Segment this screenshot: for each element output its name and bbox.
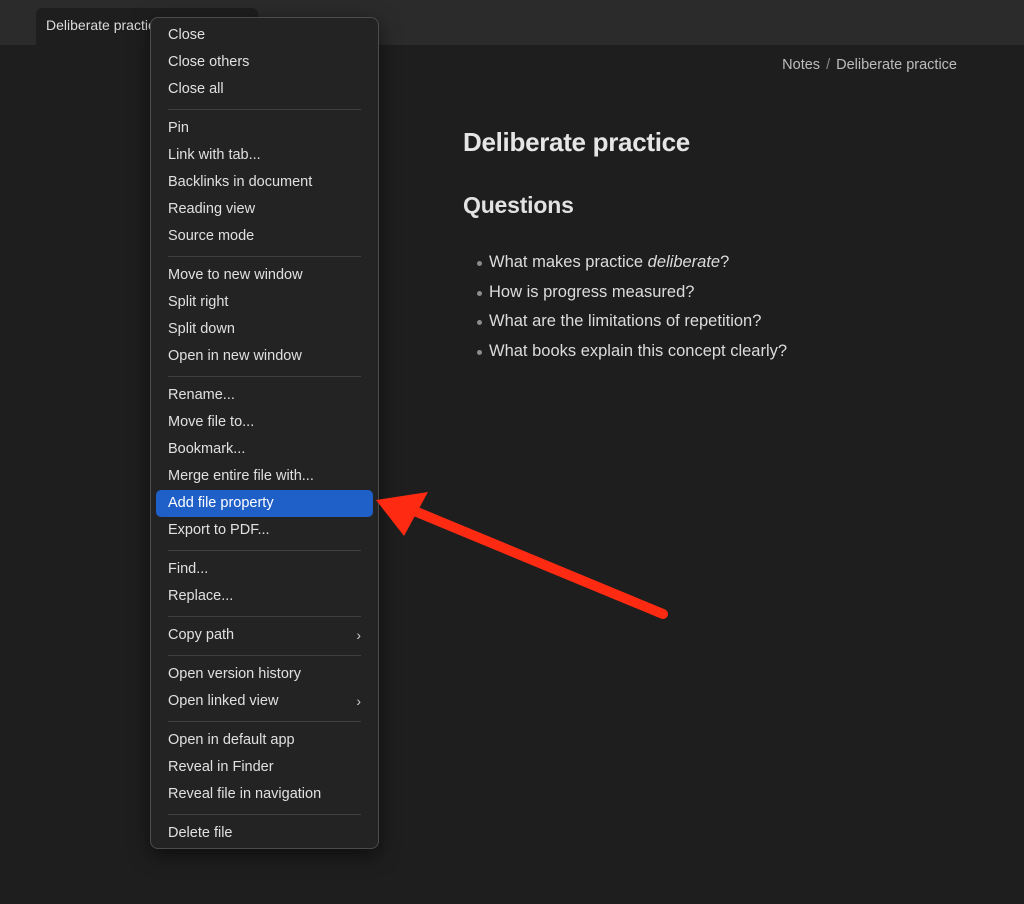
bullet-item: What books explain this concept clearly? [463, 337, 983, 367]
menu-item-reveal-finder[interactable]: Reveal in Finder [156, 754, 373, 781]
bullet-item: What makes practice deliberate? [463, 248, 983, 278]
bullet-item: How is progress measured? [463, 278, 983, 308]
menu-divider [168, 616, 361, 617]
menu-item-default-app[interactable]: Open in default app [156, 727, 373, 754]
chevron-right-icon: › [356, 627, 361, 643]
bullet-item: What are the limitations of repetition? [463, 307, 983, 337]
bullet-dot [477, 261, 482, 266]
menu-item-close-all[interactable]: Close all [156, 76, 373, 103]
arrow-head [376, 492, 428, 536]
menu-item-move-new-window[interactable]: Move to new window [156, 262, 373, 289]
menu-item-find[interactable]: Find... [156, 556, 373, 583]
arrow-shaft [407, 505, 668, 619]
chevron-right-icon: › [356, 693, 361, 709]
menu-divider [168, 109, 361, 110]
menu-item-split-down[interactable]: Split down [156, 316, 373, 343]
menu-divider [168, 256, 361, 257]
menu-item-merge[interactable]: Merge entire file with... [156, 463, 373, 490]
menu-item-reveal-nav[interactable]: Reveal file in navigation [156, 781, 373, 808]
note-title: Deliberate practice [463, 127, 690, 157]
menu-divider [168, 814, 361, 815]
menu-item-reading-view[interactable]: Reading view [156, 196, 373, 223]
context-menu: Close Close others Close all Pin Link wi… [150, 17, 379, 849]
menu-item-export-pdf[interactable]: Export to PDF... [156, 517, 373, 544]
note-heading: Questions [463, 192, 574, 218]
menu-item-backlinks[interactable]: Backlinks in document [156, 169, 373, 196]
menu-item-copy-path[interactable]: Copy path › [156, 622, 373, 649]
menu-item-linked-view[interactable]: Open linked view › [156, 688, 373, 715]
bullet-list: What makes practice deliberate? How is p… [463, 248, 983, 366]
breadcrumb-current: Deliberate practice [836, 57, 957, 73]
breadcrumb: Notes / Deliberate practice [782, 57, 957, 73]
menu-item-source-mode[interactable]: Source mode [156, 223, 373, 250]
menu-item-add-file-property[interactable]: Add file property [156, 490, 373, 517]
bullet-dot [477, 320, 482, 325]
menu-item-split-right[interactable]: Split right [156, 289, 373, 316]
menu-divider [168, 550, 361, 551]
menu-item-open-new-window[interactable]: Open in new window [156, 343, 373, 370]
menu-item-bookmark[interactable]: Bookmark... [156, 436, 373, 463]
menu-item-link-with-tab[interactable]: Link with tab... [156, 142, 373, 169]
menu-item-close[interactable]: Close [156, 22, 373, 49]
menu-item-rename[interactable]: Rename... [156, 382, 373, 409]
menu-item-version-history[interactable]: Open version history [156, 661, 373, 688]
bullet-dot [477, 290, 482, 296]
menu-item-replace[interactable]: Replace... [156, 583, 373, 610]
bullet-dot [477, 349, 482, 355]
menu-item-label: Copy path [168, 627, 235, 643]
menu-divider [168, 721, 361, 722]
breadcrumb-parent[interactable]: Notes [782, 57, 820, 73]
note-content: Deliberate practice Questions What makes… [463, 124, 983, 366]
menu-divider [168, 655, 361, 656]
menu-item-delete-file[interactable]: Delete file [156, 820, 373, 847]
tab-title: Deliberate practice [46, 17, 163, 33]
menu-item-move-file[interactable]: Move file to... [156, 409, 373, 436]
menu-item-pin[interactable]: Pin [156, 115, 373, 142]
breadcrumb-separator: / [826, 57, 831, 73]
menu-divider [168, 376, 361, 377]
menu-item-label: Open linked view [168, 693, 279, 709]
menu-item-close-others[interactable]: Close others [156, 49, 373, 76]
